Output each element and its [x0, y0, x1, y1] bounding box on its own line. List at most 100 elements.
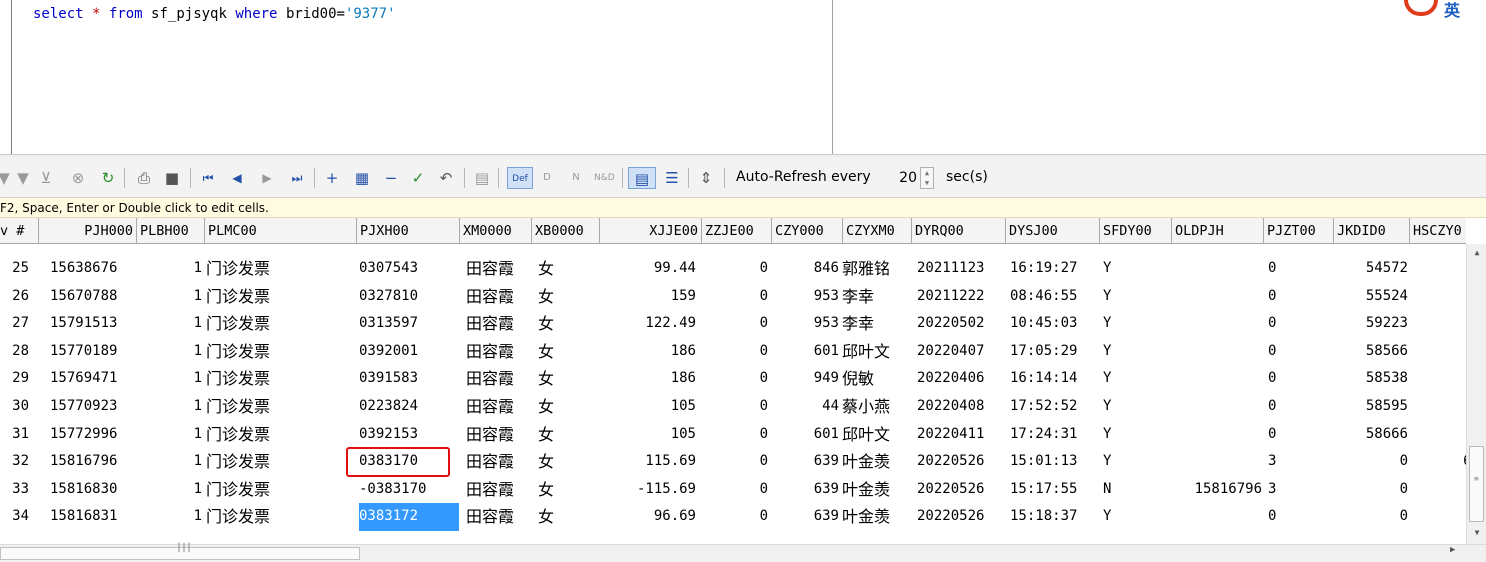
cell-czyxm[interactable]: 李幸 — [842, 283, 912, 311]
cell-xjje[interactable]: 96.69 — [600, 503, 696, 531]
cell-pjxh[interactable]: -0383170 — [359, 476, 459, 504]
cell-pjzt[interactable]: 0 — [1268, 310, 1328, 338]
column-header[interactable]: OLDPJH — [1172, 218, 1264, 244]
column-header[interactable]: PLMC00 — [205, 218, 357, 244]
cell-czyxm[interactable]: 叶金羡 — [842, 503, 912, 531]
cell-dysj[interactable]: 16:14:14 — [1010, 365, 1100, 393]
cell-oldpjh[interactable] — [1172, 421, 1262, 449]
cell-dysj[interactable]: 16:19:27 — [1010, 255, 1100, 283]
cell-pjzt[interactable]: 0 — [1268, 283, 1328, 311]
cell-pjzt[interactable]: 0 — [1268, 365, 1328, 393]
delete-icon[interactable]: − — [381, 167, 401, 189]
cell-dyrq[interactable]: 20220407 — [917, 338, 1007, 366]
cell-pjzt[interactable]: 3 — [1268, 448, 1328, 476]
cell-pjh[interactable]: 15670788 — [50, 283, 140, 311]
cell-hsczy[interactable] — [1440, 338, 1466, 366]
cell-jkdid[interactable]: 59223 — [1334, 310, 1408, 338]
save-icon[interactable]: ■ — [162, 167, 182, 189]
table-row[interactable]: 30 15770923 1 门诊发票 0223824 田容霞女 105 0 44 蔡小燕 20220… — [0, 393, 1466, 421]
cell-czy[interactable]: 601 — [772, 421, 839, 449]
cell-pjxh[interactable]: 0223824 — [359, 393, 459, 421]
cell-xb[interactable]: 女 — [538, 310, 578, 338]
table-row[interactable]: 32 15816796 1 门诊发票 0383170 田容霞女 115.69 0 639 叶金羡 2… — [0, 447, 1466, 478]
table-row[interactable]: 25 15638676 1 门诊发票 0307543 田容霞女 99.44 0 846 郭雅铭 20… — [0, 255, 1466, 283]
cell-dyrq[interactable]: 20220406 — [917, 365, 1007, 393]
ime-indicator[interactable]: 英 — [1402, 0, 1486, 22]
cell-oldpjh[interactable] — [1172, 310, 1262, 338]
cell-hsczy[interactable]: 6: — [1440, 448, 1466, 476]
cell-dysj[interactable]: 15:18:37 — [1010, 503, 1100, 531]
cell-zzje[interactable]: 0 — [702, 503, 768, 531]
cell-sfdy[interactable]: Y — [1103, 393, 1143, 421]
table-row[interactable]: 27 15791513 1 门诊发票 0313597 田容霞女 122.49 0 953 李幸 20… — [0, 310, 1466, 338]
table-row[interactable]: 26 15670788 1 门诊发票 0327810 田容霞女 159 0 953 李幸 20211… — [0, 283, 1466, 311]
cell-hsczy[interactable] — [1440, 255, 1466, 283]
cell-czy[interactable]: 44 — [772, 393, 839, 421]
cell-oldpjh[interactable]: 15816796 — [1172, 476, 1262, 504]
cell-oldpjh[interactable] — [1172, 503, 1262, 531]
cell-plbh[interactable]: 1 — [160, 283, 202, 311]
cell-xjje[interactable]: 115.69 — [600, 448, 696, 476]
sql-editor[interactable]: select * from sf_pjsyqk where brid00='93… — [0, 0, 1486, 154]
cell-plmc[interactable]: 门诊发票 — [206, 503, 306, 531]
column-header[interactable]: PJH000 — [39, 218, 137, 244]
cell-jkdid[interactable]: 58538 — [1334, 365, 1408, 393]
cell-zzje[interactable]: 0 — [702, 421, 768, 449]
cell-pjh[interactable]: 15638676 — [50, 255, 140, 283]
cell-jkdid[interactable]: 0 — [1334, 503, 1408, 531]
prior-record-icon[interactable]: ◀ — [227, 167, 247, 189]
cell-oldpjh[interactable] — [1172, 448, 1262, 476]
cell-oldpjh[interactable] — [1172, 338, 1262, 366]
table-row[interactable]: 34 15816831 1 门诊发票 0383172 田容霞女 96.69 0 639 叶金羡 20… — [0, 503, 1466, 531]
cell-czyxm[interactable]: 李幸 — [842, 310, 912, 338]
cell-plmc[interactable]: 门诊发票 — [206, 476, 306, 504]
cell-xb[interactable]: 女 — [538, 393, 578, 421]
cell-sfdy[interactable]: Y — [1103, 310, 1143, 338]
sql-text[interactable]: select * from sf_pjsyqk where brid00='93… — [33, 6, 396, 22]
table-row[interactable]: 31 15772996 1 门诊发票 0392153 田容霞女 105 0 601 邱叶文 2022… — [0, 421, 1466, 449]
cell-zzje[interactable]: 0 — [702, 448, 768, 476]
cell-pjh[interactable]: 15816796 — [50, 448, 140, 476]
cell-czy[interactable]: 949 — [772, 365, 839, 393]
cell-zzje[interactable]: 0 — [702, 365, 768, 393]
cell-dyrq[interactable]: 20211222 — [917, 283, 1007, 311]
cell-dysj[interactable]: 17:24:31 — [1010, 421, 1100, 449]
cell-sfdy[interactable]: Y — [1103, 365, 1143, 393]
column-header[interactable]: PJXH00 — [357, 218, 460, 244]
cell-xm[interactable]: 田容霞 — [466, 393, 532, 421]
cell-plmc[interactable]: 门诊发票 — [206, 310, 306, 338]
cell-plbh[interactable]: 1 — [160, 365, 202, 393]
scroll-down-icon[interactable]: ▼ — [1467, 528, 1486, 544]
cell-plmc[interactable]: 门诊发票 — [206, 255, 306, 283]
cell-pjzt[interactable]: 3 — [1268, 476, 1328, 504]
last-record-icon[interactable]: ⏭ — [287, 167, 307, 189]
cell-xjje[interactable]: 186 — [600, 338, 696, 366]
column-header[interactable]: CZYXM0 — [843, 218, 912, 244]
cell-sfdy[interactable]: Y — [1103, 283, 1143, 311]
cell-xm[interactable]: 田容霞 — [466, 421, 532, 449]
cell-zzje[interactable]: 0 — [702, 338, 768, 366]
column-header[interactable]: XM0000 — [460, 218, 532, 244]
cell-dysj[interactable]: 10:45:03 — [1010, 310, 1100, 338]
cell-czy[interactable]: 846 — [772, 255, 839, 283]
cell-xm[interactable]: 田容霞 — [466, 476, 532, 504]
default-icon[interactable]: Def — [507, 167, 533, 189]
cell-jkdid[interactable]: 0 — [1334, 448, 1408, 476]
column-header[interactable]: DYSJ00 — [1006, 218, 1100, 244]
cell-hsczy[interactable] — [1440, 393, 1466, 421]
cell-xjje[interactable]: 122.49 — [600, 310, 696, 338]
first-record-icon[interactable]: ⏮ — [198, 167, 218, 189]
cell-hsczy[interactable] — [1440, 476, 1466, 504]
scroll-right-icon[interactable]: ▶ — [1450, 545, 1455, 555]
cell-xb[interactable]: 女 — [538, 448, 578, 476]
number-date-icon[interactable]: N&D — [594, 167, 615, 189]
cell-xm[interactable]: 田容霞 — [466, 283, 532, 311]
cell-xjje[interactable]: 159 — [600, 283, 696, 311]
cell-pjh[interactable]: 15769471 — [50, 365, 140, 393]
query-by-example-icon[interactable]: ▤ — [472, 167, 492, 189]
cell-dyrq[interactable]: 20220526 — [917, 503, 1007, 531]
cell-oldpjh[interactable] — [1172, 283, 1262, 311]
cancel-icon[interactable]: ↶ — [436, 167, 456, 189]
cell-pjzt[interactable]: 0 — [1268, 503, 1328, 531]
filter-icon[interactable]: ▼ — [13, 167, 33, 189]
